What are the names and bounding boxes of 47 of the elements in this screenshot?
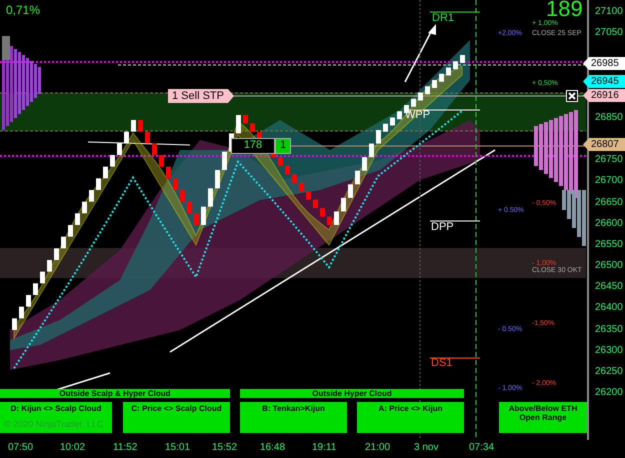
price-axis-label: 26600 [594, 218, 623, 229]
signal-panel: Above/Below ETH Open Range [499, 402, 587, 433]
copyright-text: © 2020 NinjaTrader, LLC [4, 419, 104, 429]
price-axis-label: 26650 [594, 196, 623, 208]
time-axis-label: 07:34 [469, 442, 494, 453]
time-axis-label: 11:52 [113, 442, 138, 453]
signal-panel: B: Tenkan>Kijun [240, 402, 347, 433]
price-axis-label: 26400 [594, 302, 623, 314]
price-axis-label: 26300 [594, 344, 623, 356]
price-axis-label: 26550 [594, 238, 623, 250]
time-axis-label: 21:00 [365, 442, 390, 453]
time-axis-label: 07:50 [8, 442, 34, 453]
price-tag: 26945 [583, 75, 625, 88]
price-axis-label: 26700 [594, 175, 623, 186]
percent-change: 0,71% [6, 3, 40, 17]
signal-panel: A: Price <> Kijun [357, 402, 464, 433]
order-tag[interactable]: 1 Sell STP [168, 89, 234, 103]
signal-panel: C: Price <> Scalp Cloud [123, 402, 230, 433]
price-axis-label: 26450 [594, 281, 623, 292]
price-axis-label: 26750 [594, 154, 623, 166]
price-axis-label: 27050 [594, 27, 623, 38]
signal-group-header: Outside Hyper Cloud [240, 389, 464, 398]
pivot-label: DR1 [432, 12, 454, 24]
price-axis-label: 26250 [594, 366, 623, 377]
position-quantity: 178 [231, 138, 275, 154]
position-count: 1 [275, 138, 291, 154]
close-icon[interactable] [566, 90, 578, 102]
time-axis-label: 10:02 [60, 442, 86, 453]
time-axis-label: 3 nov [414, 442, 438, 453]
price-axis-label: 26350 [594, 324, 623, 335]
pivot-label: DPP [431, 221, 454, 233]
price-axis-label: 26500 [594, 260, 623, 272]
price-tag: 26807 [583, 138, 625, 151]
price-axis-label: 26200 [594, 387, 623, 398]
time-axis-label: 15:52 [212, 442, 238, 453]
signal-group-header: Outside Scalp & Hyper Cloud [0, 389, 230, 398]
price-tag: 26985 [583, 57, 625, 70]
pivot-label: DS1 [431, 357, 452, 369]
price-axis-label: 27100 [594, 6, 623, 17]
time-axis-label: 15:01 [165, 442, 190, 453]
time-axis-label: 19:11 [312, 442, 336, 453]
bar-counter: 189 [546, 0, 583, 21]
pivot-label: WPP [405, 109, 430, 121]
time-axis-label: 16:48 [260, 442, 286, 453]
price-tag: 26916 [583, 89, 625, 102]
arrow-line [404, 24, 436, 82]
price-axis-label: 26850 [594, 112, 623, 123]
